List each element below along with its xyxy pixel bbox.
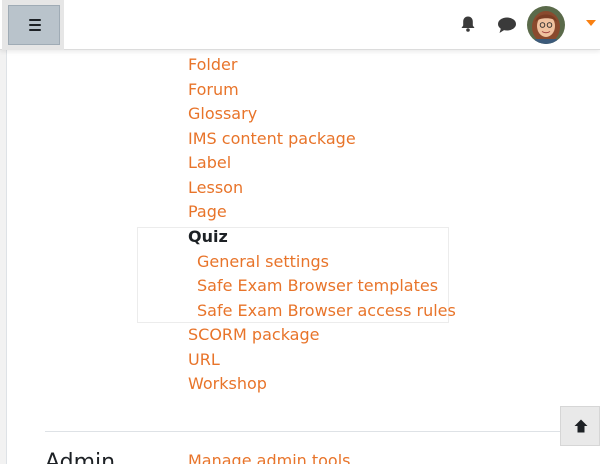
current-section-quiz: Quiz [188,227,228,246]
link-url[interactable]: URL [188,350,220,370]
link-general-settings[interactable]: General settings [197,252,329,272]
admin-heading: Admin [45,450,116,464]
link-forum[interactable]: Forum [188,80,239,100]
link-folder[interactable]: Folder [188,55,237,75]
main-content: Folder Forum Glossary IMS content packag… [6,50,600,464]
bell-icon[interactable] [459,15,477,33]
link-workshop[interactable]: Workshop [188,374,267,394]
link-scorm-package[interactable]: SCORM package [188,325,319,345]
caret-down-icon[interactable] [586,20,596,26]
section-separator [45,431,600,432]
chat-bubble-icon[interactable] [497,16,517,34]
link-label[interactable]: Label [188,153,231,173]
link-ims-content-package[interactable]: IMS content package [188,129,356,149]
link-seb-templates[interactable]: Safe Exam Browser templates [197,276,438,296]
link-page[interactable]: Page [188,202,227,222]
link-lesson[interactable]: Lesson [188,178,243,198]
user-avatar[interactable] [527,6,565,44]
link-manage-admin-tools[interactable]: Manage admin tools [188,451,351,464]
link-glossary[interactable]: Glossary [188,104,257,124]
back-to-top-button[interactable] [560,406,600,446]
link-seb-access-rules[interactable]: Safe Exam Browser access rules [197,301,456,321]
drawer-toggle-inner[interactable] [8,5,60,45]
drawer-toggle-button[interactable] [2,0,64,50]
top-navbar [0,0,600,50]
avatar-image [527,6,565,44]
arrow-up-icon [574,419,588,433]
hamburger-icon [29,19,41,31]
